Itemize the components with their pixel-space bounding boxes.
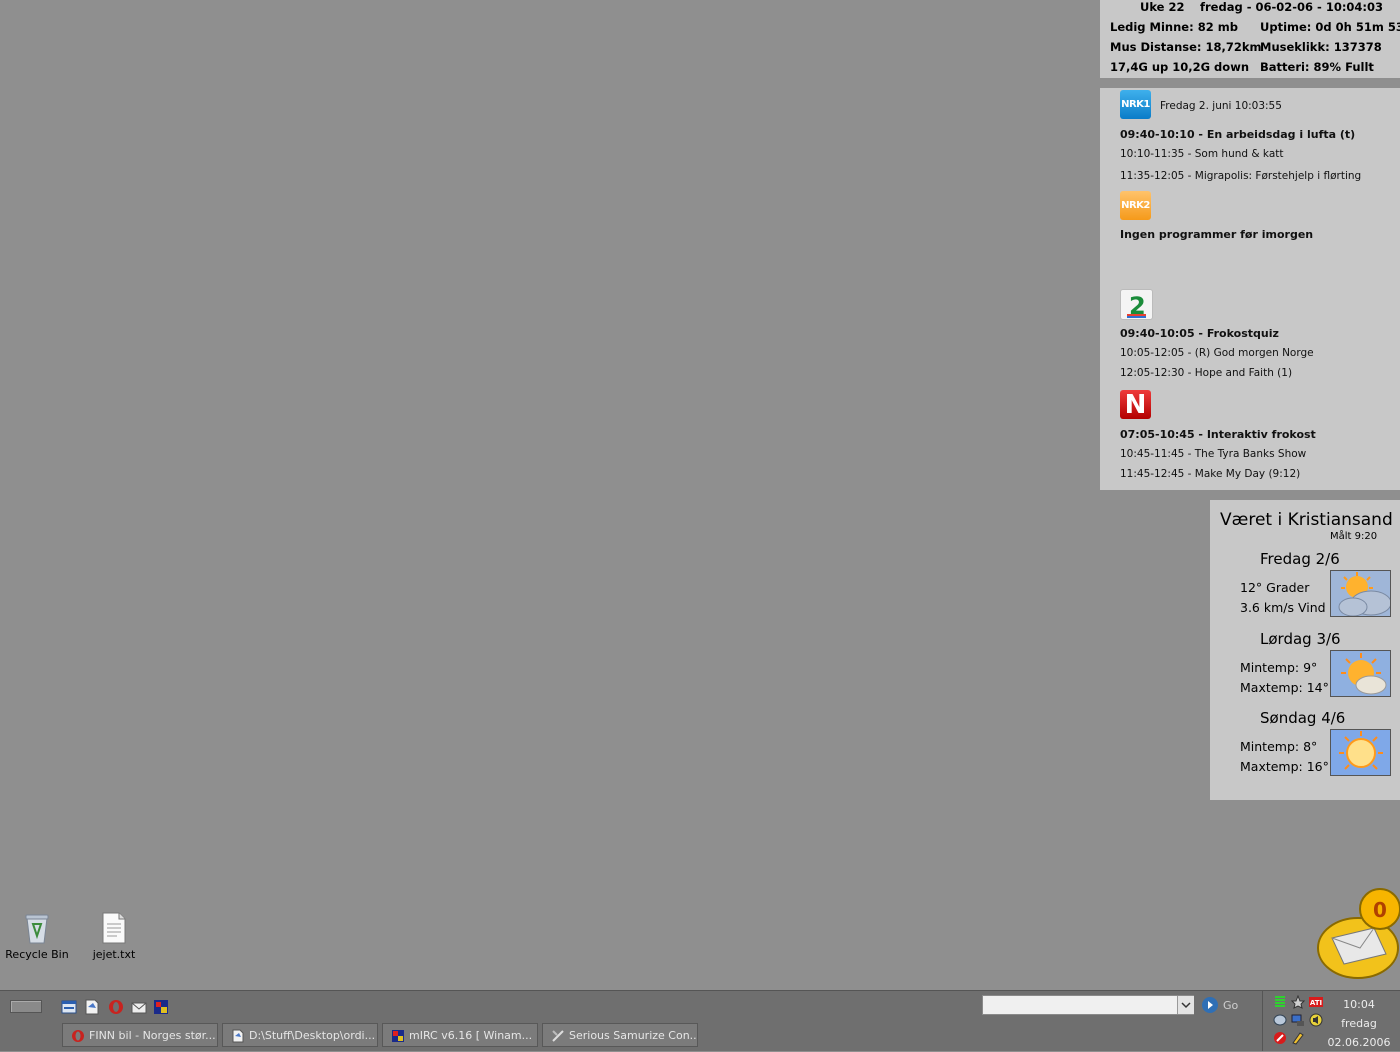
clock-date: 02.06.2006 — [1327, 1036, 1391, 1049]
go-arrow-icon[interactable] — [1202, 997, 1218, 1013]
opera-icon[interactable] — [108, 999, 124, 1015]
document-icon[interactable] — [84, 999, 100, 1015]
tv2-logo-icon: 2 — [1120, 289, 1153, 320]
desktop-icon-recycle-bin[interactable]: Recycle Bin — [2, 912, 72, 961]
mail-notifier[interactable]: 0 — [1314, 886, 1400, 982]
weather-day-3: Søndag 4/6 — [1260, 709, 1346, 727]
mirc-icon[interactable] — [153, 999, 169, 1015]
mail-count: 0 — [1373, 898, 1387, 922]
nrk1-program-3: 11:35-12:05 - Migrapolis: Førstehjelp i … — [1120, 170, 1362, 182]
svg-text:ATI: ATI — [1310, 999, 1322, 1007]
weather-day-1: Fredag 2/6 — [1260, 550, 1340, 568]
tvn-program-3: 11:45-12:45 - Make My Day (9:12) — [1120, 468, 1301, 480]
tv2-program-1: 09:40-10:05 - Frokostquiz — [1120, 327, 1279, 340]
tv-guide-panel: NRK1 Fredag 2. juni 10:03:55 09:40-10:10… — [1100, 88, 1400, 490]
go-button[interactable]: Go — [1223, 999, 1238, 1012]
star-icon[interactable] — [1291, 995, 1305, 1009]
power-icon[interactable] — [1291, 1031, 1305, 1045]
nrk1-program-2: 10:10-11:35 - Som hund & katt — [1120, 148, 1284, 160]
opera-icon — [72, 1030, 84, 1042]
tv2-program-3: 12:05-12:30 - Hope and Faith (1) — [1120, 367, 1293, 379]
taskbar: FINN bil - Norges stør... D:\Stuff\Deskt… — [0, 990, 1400, 1051]
task-label: Serious Samurize Con... — [569, 1029, 698, 1042]
network-icon[interactable] — [1273, 1013, 1287, 1027]
nrk2-logo-icon: NRK2 — [1120, 191, 1151, 220]
desktop-icon-label: jejet.txt — [92, 948, 136, 961]
task-button-explorer[interactable]: D:\Stuff\Desktop\ordi... — [222, 1023, 378, 1047]
volume-icon[interactable] — [1309, 1013, 1323, 1027]
weather-day-3-line-1: Mintemp: 8° — [1240, 739, 1318, 754]
free-memory: Ledig Minne: 82 mb — [1110, 20, 1238, 34]
mail-icon[interactable] — [131, 999, 147, 1015]
nrk2-program-1: Ingen programmer før imorgen — [1120, 228, 1314, 241]
chevron-down-icon[interactable] — [1177, 996, 1194, 1014]
clock-time: 10:04 — [1343, 998, 1375, 1011]
tv2-program-2: 10:05-12:05 - (R) God morgen Norge — [1120, 347, 1314, 359]
show-desktop-button[interactable] — [10, 1000, 42, 1013]
partly-cloudy-icon — [1330, 570, 1391, 617]
weather-day-1-line-2: 3.6 km/s Vind — [1240, 600, 1326, 615]
weather-measured: Målt 9:20 — [1330, 531, 1378, 542]
tvnorge-logo-icon: N — [1120, 390, 1151, 420]
nrk1-program-1: 09:40-10:10 - En arbeidsdag i lufta (t) — [1120, 128, 1356, 141]
week-number: Uke 22 — [1140, 0, 1185, 14]
mouse-distance: Mus Distanse: 18,72km — [1110, 40, 1262, 54]
sun-icon — [1330, 729, 1391, 776]
nrk1-logo-icon: NRK1 — [1120, 90, 1151, 119]
tvn-program-2: 10:45-11:45 - The Tyra Banks Show — [1120, 448, 1307, 460]
uptime: Uptime: 0d 0h 51m 53s — [1260, 20, 1400, 34]
desktop-icon-jejet-txt[interactable]: jejet.txt — [79, 912, 149, 961]
task-button-finn[interactable]: FINN bil - Norges stør... — [62, 1023, 218, 1047]
window-icon[interactable] — [61, 999, 77, 1015]
clock-day: fredag — [1341, 1017, 1377, 1030]
text-file-icon — [102, 912, 126, 944]
weather-day-2-line-1: Mintemp: 9° — [1240, 660, 1318, 675]
task-label: mIRC v6.16 [ Winam... — [409, 1029, 533, 1042]
weather-day-2-line-2: Maxtemp: 14° — [1240, 680, 1329, 695]
tv-updated: Fredag 2. juni 10:03:55 — [1160, 100, 1282, 112]
clock[interactable]: 10:04 fredag 02.06.2006 — [1323, 995, 1395, 1052]
ati-icon[interactable]: ATI — [1309, 995, 1323, 1009]
battery-status: Batteri: 89% Fullt — [1260, 60, 1374, 74]
weather-title: Været i Kristiansand — [1220, 510, 1393, 530]
sun-cloud-icon — [1330, 650, 1391, 697]
task-button-mirc[interactable]: mIRC v6.16 [ Winam... — [382, 1023, 538, 1047]
task-button-samurize[interactable]: Serious Samurize Con... — [542, 1023, 698, 1047]
stats-datetime: fredag - 06-02-06 - 10:04:03 — [1200, 0, 1384, 14]
search-input[interactable] — [982, 995, 1194, 1015]
weather-panel: Været i Kristiansand Målt 9:20 Fredag 2/… — [1210, 500, 1400, 800]
task-label: D:\Stuff\Desktop\ordi... — [249, 1029, 376, 1042]
signal-meter-icon[interactable] — [1273, 995, 1287, 1009]
weather-day-1-line-1: 12° Grader — [1240, 580, 1310, 595]
samurize-icon — [552, 1030, 564, 1042]
weather-day-3-line-2: Maxtemp: 16° — [1240, 759, 1329, 774]
tvn-program-1: 07:05-10:45 - Interaktiv frokost — [1120, 428, 1316, 441]
mouse-clicks: Museklikk: 137378 — [1260, 40, 1382, 54]
task-label: FINN bil - Norges stør... — [89, 1029, 216, 1042]
system-tray: ATI 10:04 fredag 02.06.2006 — [1262, 991, 1400, 1051]
weather-day-2: Lørdag 3/6 — [1260, 630, 1341, 648]
desktop-icon-label: Recycle Bin — [5, 948, 69, 961]
system-stats-panel: Uke 22 fredag - 06-02-06 - 10:04:03 Ledi… — [1100, 0, 1400, 78]
antivirus-icon[interactable] — [1273, 1031, 1287, 1045]
mirc-icon — [392, 1030, 404, 1042]
network-traffic: 17,4G up 10,2G down — [1110, 60, 1249, 74]
recycle-bin-icon — [25, 914, 49, 944]
computer-icon[interactable] — [1291, 1013, 1305, 1027]
document-icon — [232, 1029, 244, 1043]
